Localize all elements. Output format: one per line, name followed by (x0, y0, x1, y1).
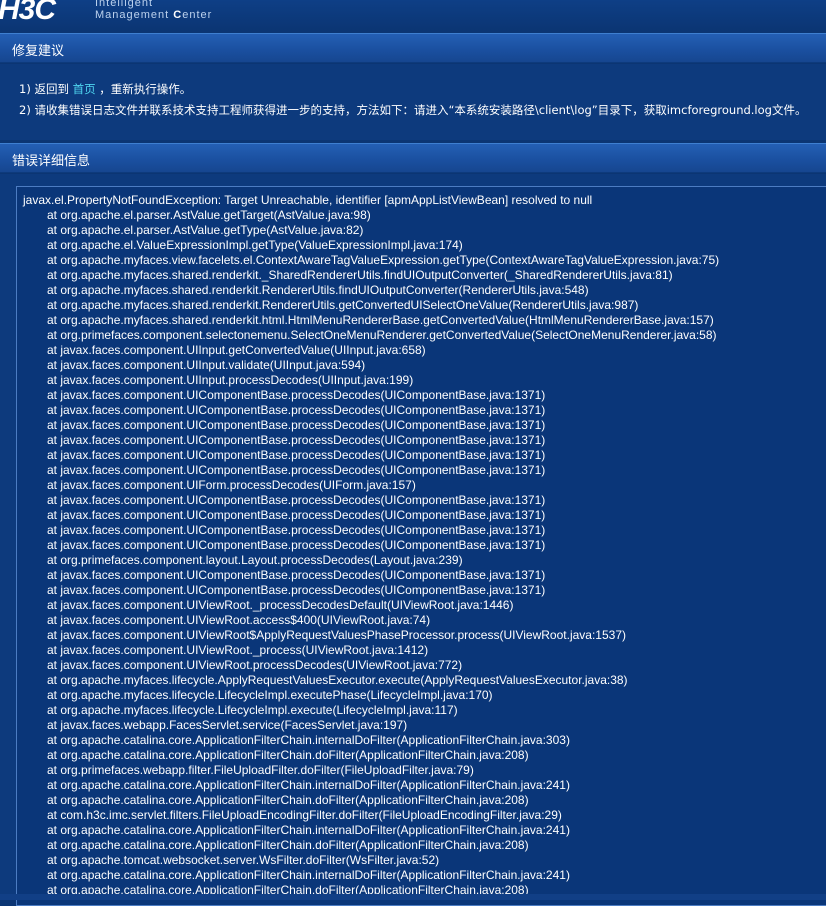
stack-frame: at javax.faces.component.UIComponentBase… (47, 493, 546, 507)
stack-frame: at org.apache.el.parser.AstValue.getTarg… (47, 208, 371, 222)
stack-frame: at org.apache.catalina.core.ApplicationF… (47, 823, 570, 837)
stack-frame: at com.h3c.imc.servlet.filters.FileUploa… (47, 808, 562, 822)
stack-frame: at org.apache.catalina.core.ApplicationF… (47, 838, 529, 852)
stack-frame: at javax.faces.component.UIComponentBase… (47, 403, 546, 417)
stack-frame: at javax.faces.component.UIViewRoot._pro… (47, 598, 514, 612)
stack-frame: at javax.faces.component.UIComponentBase… (47, 388, 546, 402)
stack-frame: at org.apache.myfaces.shared.renderkit.R… (47, 298, 639, 312)
detail-body: javax.el.PropertyNotFoundException: Targ… (0, 174, 826, 906)
stack-frame: at javax.faces.component.UIComponentBase… (47, 538, 546, 552)
stack-frame: at org.apache.catalina.core.ApplicationF… (47, 748, 529, 762)
stack-frame: at org.primefaces.component.selectonemen… (47, 328, 717, 342)
stack-frame: at javax.faces.component.UIComponentBase… (47, 583, 546, 597)
stack-frame: at org.apache.myfaces.lifecycle.Lifecycl… (47, 688, 493, 702)
detail-section-header: 错误详细信息 (0, 143, 826, 173)
stack-frame: at javax.faces.component.UIComponentBase… (47, 433, 546, 447)
product-name-line1: Intelligent (95, 0, 154, 9)
stack-frame: at javax.faces.component.UIViewRoot$Appl… (47, 628, 626, 642)
stack-frame: at org.apache.el.ValueExpressionImpl.get… (47, 238, 463, 252)
suggestion-item-2: 2) 请收集错误日志文件并联系技术支持工程师获得进一步的支持，方法如下：请进入“… (19, 103, 807, 117)
exception-message: javax.el.PropertyNotFoundException: Targ… (23, 193, 593, 207)
stack-frame: at org.apache.myfaces.view.facelets.el.C… (47, 253, 720, 267)
stack-frame: at org.apache.catalina.core.ApplicationF… (47, 868, 570, 882)
stack-frame: at javax.faces.component.UIComponentBase… (47, 523, 546, 537)
stack-frame: at org.apache.catalina.core.ApplicationF… (47, 778, 570, 792)
stack-frame: at javax.faces.component.UIComponentBase… (47, 568, 546, 582)
app-header: H3C Intelligent Management Center (0, 0, 826, 31)
stack-trace-box[interactable]: javax.el.PropertyNotFoundException: Targ… (16, 186, 826, 906)
stack-trace: javax.el.PropertyNotFoundException: Targ… (23, 193, 719, 898)
stack-frame: at org.apache.el.parser.AstValue.getType… (47, 223, 364, 237)
stack-frame: at javax.faces.component.UIViewRoot._pro… (47, 643, 429, 657)
stack-frame: at javax.faces.component.UIInput.getConv… (47, 343, 426, 357)
bottom-strip (0, 894, 826, 900)
stack-frame: at org.primefaces.webapp.filter.FileUplo… (47, 763, 474, 777)
stack-frame: at org.apache.myfaces.shared.renderkit.R… (47, 283, 589, 297)
product-name-line2: Management Center (95, 9, 213, 21)
stack-frame: at org.apache.myfaces.shared.renderkit._… (47, 268, 673, 282)
stack-frame: at javax.faces.component.UIComponentBase… (47, 418, 546, 432)
stack-frame: at javax.faces.component.UIComponentBase… (47, 463, 546, 477)
suggestion-title: 修复建议 (12, 44, 65, 59)
stack-frame: at javax.faces.component.UIForm.processD… (47, 478, 416, 492)
home-link[interactable]: 首页 (73, 82, 96, 96)
suggestion-item-1: 1) 返回到 首页 ，重新执行操作。 (19, 82, 192, 96)
stack-frame: at javax.faces.component.UIComponentBase… (47, 448, 546, 462)
stack-frame: at javax.faces.component.UIViewRoot.proc… (47, 658, 463, 672)
h3c-logo: H3C (0, 0, 56, 26)
suggestion-section-header: 修复建议 (0, 33, 826, 63)
detail-title: 错误详细信息 (12, 154, 91, 169)
stack-frame: at org.apache.catalina.core.ApplicationF… (47, 733, 570, 747)
stack-frame: at org.apache.tomcat.websocket.server.Ws… (47, 853, 440, 867)
stack-frame: at org.apache.catalina.core.ApplicationF… (47, 793, 529, 807)
stack-frame: at javax.faces.component.UIViewRoot.acce… (47, 613, 431, 627)
stack-frame: at org.apache.myfaces.shared.renderkit.h… (47, 313, 714, 327)
stack-frame: at org.primefaces.component.layout.Layou… (47, 553, 463, 567)
suggestion-body: 1) 返回到 首页 ，重新执行操作。 2) 请收集错误日志文件并联系技术支持工程… (0, 64, 826, 140)
stack-frame: at org.apache.myfaces.lifecycle.ApplyReq… (47, 673, 628, 687)
stack-frame: at javax.faces.component.UIInput.validat… (47, 358, 366, 372)
stack-frame: at javax.faces.component.UIComponentBase… (47, 508, 546, 522)
stack-frame: at javax.faces.webapp.FacesServlet.servi… (47, 718, 408, 732)
stack-frame: at javax.faces.component.UIInput.process… (47, 373, 414, 387)
stack-frame: at org.apache.myfaces.lifecycle.Lifecycl… (47, 703, 458, 717)
product-name: Intelligent Management Center (95, 0, 212, 21)
